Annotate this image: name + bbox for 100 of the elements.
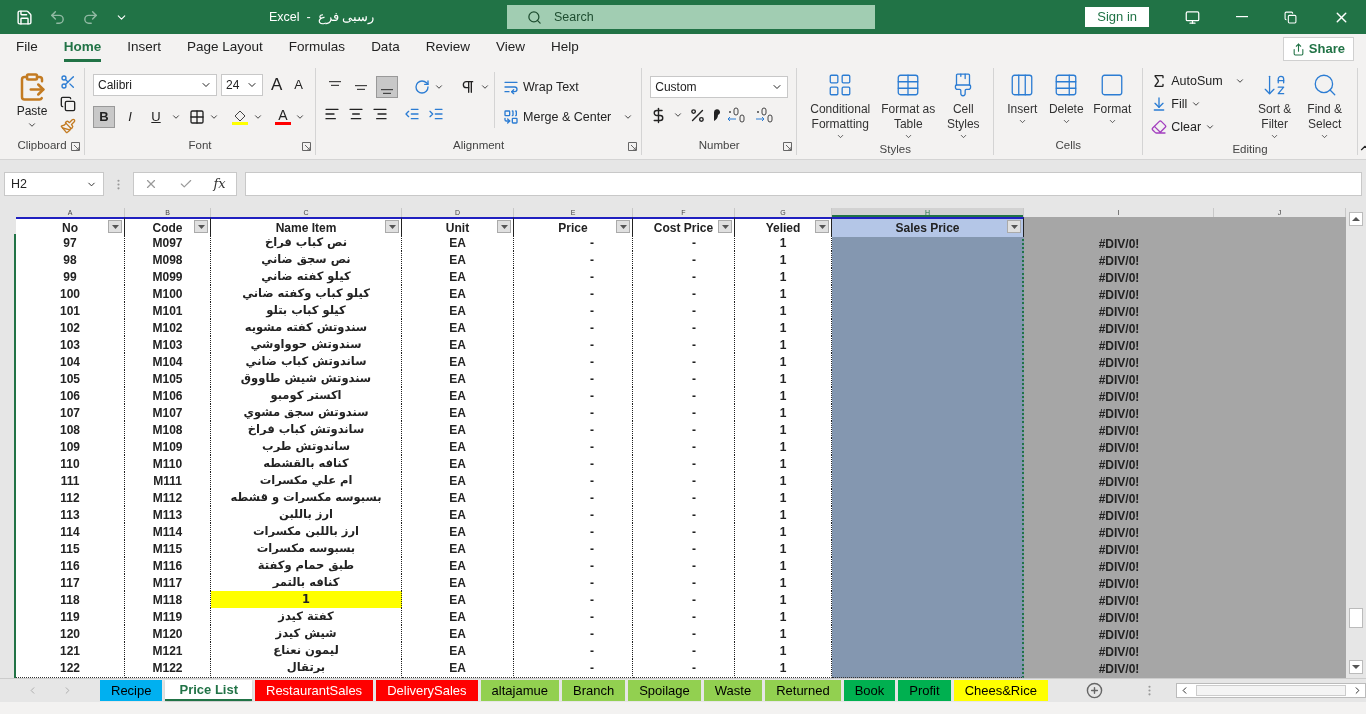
name-box[interactable]: H2 xyxy=(4,172,104,196)
shrink-font-button[interactable]: A xyxy=(290,75,307,95)
borders-icon xyxy=(189,108,205,125)
dialog-launcher-icon[interactable] xyxy=(628,141,638,151)
dialog-launcher-icon[interactable] xyxy=(71,141,80,151)
ribbon-tab[interactable]: File xyxy=(16,36,38,62)
share-button[interactable]: Share xyxy=(1282,37,1354,61)
table-cell: - xyxy=(514,659,633,678)
caret-icon xyxy=(388,224,396,229)
conditional-formatting-button[interactable]: Conditional Formatting xyxy=(805,72,876,141)
group-label: Alignment xyxy=(453,138,505,154)
sort-filter-button[interactable]: Sort & Filter xyxy=(1252,72,1297,141)
format-painter-icon xyxy=(60,118,76,134)
find-select-button[interactable]: Find & Select xyxy=(1300,72,1349,141)
cell-styles-button[interactable]: Cell Styles xyxy=(941,72,986,141)
filter-dropdown-button[interactable] xyxy=(616,220,630,233)
caret-icon xyxy=(1017,117,1027,126)
format-button[interactable]: Format xyxy=(1090,72,1135,126)
table-cell: 1 xyxy=(735,659,832,678)
grow-font-button[interactable]: A xyxy=(267,72,287,98)
ribbon-tab[interactable]: View xyxy=(495,36,525,62)
eraser-icon xyxy=(1151,118,1168,135)
dialog-launcher-icon[interactable] xyxy=(302,141,311,151)
sheet-tab[interactable]: altajamue xyxy=(480,680,559,701)
sheet-tab[interactable]: Waste xyxy=(703,680,763,701)
filter-dropdown-button[interactable] xyxy=(497,220,511,233)
scroll-down-icon xyxy=(1349,660,1363,674)
filter-dropdown-button[interactable] xyxy=(1007,220,1021,233)
orientation-icon xyxy=(414,79,430,95)
filter-dropdown-button[interactable] xyxy=(815,220,829,233)
filter-dropdown-button[interactable] xyxy=(385,220,399,233)
sign-in-button[interactable]: Sign in xyxy=(1085,7,1149,27)
group-label: Editing xyxy=(1232,142,1268,157)
vertical-align-button[interactable] xyxy=(376,76,398,98)
search-icon xyxy=(527,9,542,25)
table-cell: M122 xyxy=(125,659,211,678)
font-color-letter: A xyxy=(278,108,288,122)
percent-icon xyxy=(689,106,707,124)
search-field[interactable]: Search xyxy=(507,5,875,29)
redo-icon xyxy=(82,8,99,26)
font-name-field[interactable]: Calibri xyxy=(93,73,217,96)
ribbon-tab[interactable]: Data xyxy=(371,36,400,62)
caret-icon xyxy=(111,224,119,229)
table-cell: - xyxy=(633,659,735,678)
sheet-tab[interactable]: Profit xyxy=(898,680,951,701)
caret-icon xyxy=(434,82,444,92)
sheet-tab[interactable]: Book xyxy=(843,680,896,701)
ribbon-tab[interactable]: Formulas xyxy=(288,36,346,62)
font-size-field[interactable]: 24 xyxy=(221,73,263,96)
table-header-cell: No xyxy=(16,217,125,237)
caret-icon xyxy=(619,224,627,229)
sheet-tab[interactable]: Branch xyxy=(562,680,626,701)
filter-dropdown-button[interactable] xyxy=(194,220,208,233)
align-center-icon xyxy=(348,106,364,122)
group-label: Number xyxy=(698,138,740,154)
caret-icon xyxy=(1061,117,1071,126)
formula-input[interactable] xyxy=(245,172,1362,196)
decrease-indent-icon xyxy=(404,106,420,122)
sheet-tab[interactable]: Returned xyxy=(765,680,841,701)
dialog-launcher-icon[interactable] xyxy=(783,141,793,151)
ribbon-tab[interactable]: Review xyxy=(425,36,470,62)
group-label: Font xyxy=(188,138,212,154)
number-format-field[interactable]: Custom xyxy=(650,76,789,98)
align-right-icon xyxy=(372,106,388,122)
filter-dropdown-button[interactable] xyxy=(108,220,122,233)
scroll-up-icon xyxy=(1349,212,1363,226)
sheet-tab[interactable]: Recipe xyxy=(100,680,163,701)
wrap-text-button[interactable]: Wrap Text xyxy=(503,76,634,98)
fill-button[interactable]: Fill xyxy=(1151,94,1245,114)
font-style-button[interactable]: B xyxy=(93,105,115,128)
align-bottom-icon xyxy=(381,88,393,94)
sheet-tab[interactable]: Spoilage xyxy=(628,680,701,701)
ribbon-tab[interactable]: Insert xyxy=(127,36,162,62)
font-style-button[interactable]: U xyxy=(145,105,167,128)
format-as-table-button[interactable]: Format as Table xyxy=(879,72,938,141)
sheet-tab[interactable]: RestaurantSales xyxy=(255,680,374,701)
clear-button[interactable]: Clear xyxy=(1151,117,1245,137)
horizontal-scrollbar[interactable] xyxy=(1175,683,1366,698)
sheet-tab[interactable]: Price List xyxy=(165,680,252,701)
sheet-tab[interactable]: Chees&Rice xyxy=(953,680,1048,701)
ribbon-tab[interactable]: Help xyxy=(550,36,579,62)
filter-dropdown-button[interactable] xyxy=(718,220,732,233)
paste-button[interactable]: Paste xyxy=(8,72,56,130)
caret-icon xyxy=(721,224,729,229)
merge-center-button[interactable]: Merge & Center xyxy=(503,106,634,128)
insert-function-button[interactable]: fx xyxy=(213,174,226,194)
delete-button[interactable]: Delete xyxy=(1046,72,1087,126)
ribbon-tab[interactable]: Page Layout xyxy=(187,36,263,62)
table-header-cell: Name Item xyxy=(211,217,402,237)
table-cell: 122 xyxy=(16,659,125,678)
insert-button[interactable]: Insert xyxy=(1002,72,1043,126)
sheet-tab[interactable]: DeliverySales xyxy=(376,680,478,701)
new-sheet-icon xyxy=(1085,682,1103,699)
caret-icon xyxy=(903,132,913,141)
font-style-button[interactable]: I xyxy=(119,105,141,128)
caret-icon xyxy=(500,224,508,229)
comma-style-icon xyxy=(712,108,721,122)
autosum-button[interactable]: AutoSum xyxy=(1151,72,1245,91)
ribbon-display-icon xyxy=(1185,9,1200,25)
enter-icon xyxy=(178,177,193,191)
